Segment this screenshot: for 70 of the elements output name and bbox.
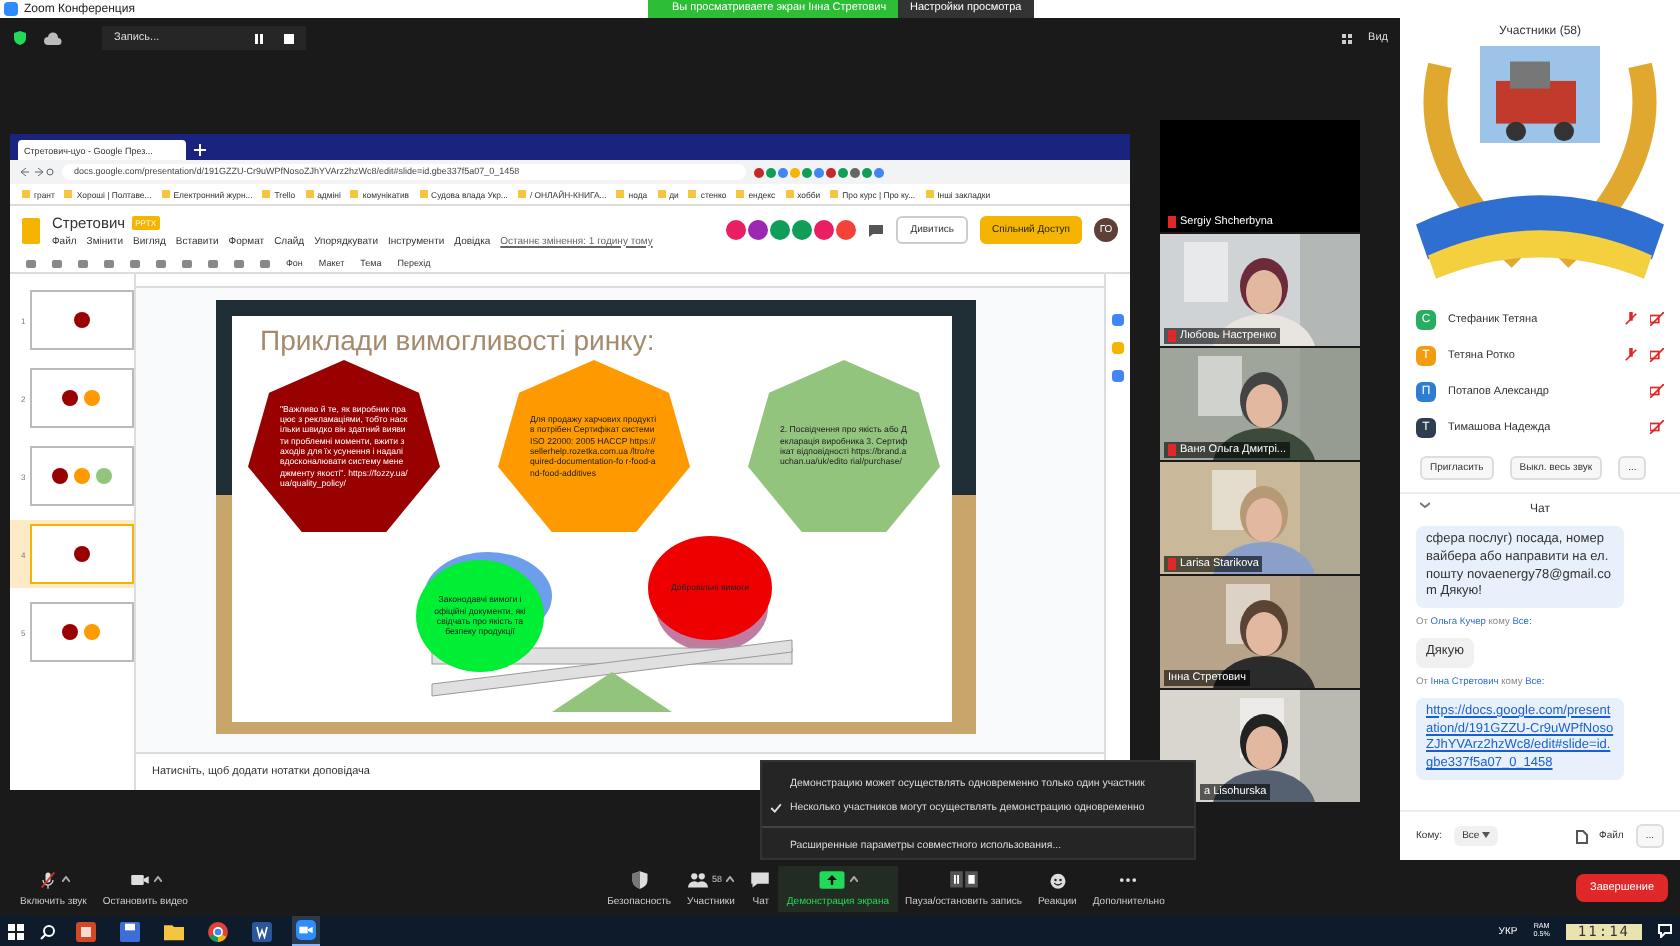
browser-icon[interactable] — [204, 917, 232, 945]
file-icon[interactable] — [1575, 829, 1588, 843]
caret-icon — [1482, 832, 1491, 838]
slide-thumbnail[interactable] — [29, 368, 134, 428]
shield-icon — [629, 869, 650, 889]
folder-icon — [350, 190, 359, 198]
caret-icon[interactable] — [849, 876, 858, 882]
slide-thumbnail[interactable] — [29, 602, 134, 662]
folder-icon — [616, 190, 625, 198]
presentation-app-icon[interactable] — [72, 917, 100, 945]
stop-icon[interactable] — [284, 33, 294, 43]
share-screen-icon — [817, 869, 846, 889]
toolbar-icon[interactable] — [156, 259, 166, 267]
caret-icon[interactable] — [153, 876, 162, 882]
slide-thumbnail[interactable] — [29, 446, 134, 506]
pause-stop-icon — [949, 869, 978, 889]
folder-icon — [22, 190, 30, 198]
camera-icon — [129, 869, 150, 889]
folder-icon — [64, 190, 73, 198]
toolbar-icon[interactable] — [78, 259, 88, 267]
folder-icon — [830, 190, 839, 198]
pause-icon[interactable] — [254, 33, 264, 43]
shield-icon[interactable] — [12, 30, 28, 46]
video-off-icon — [1650, 312, 1664, 326]
folder-icon — [517, 190, 526, 198]
people-icon — [687, 869, 708, 889]
start-icon[interactable] — [8, 923, 24, 939]
toolbar-icon[interactable] — [182, 259, 192, 267]
side-panel-icon[interactable] — [1112, 370, 1124, 382]
new-tab-icon[interactable] — [194, 144, 206, 156]
notification-icon[interactable] — [1658, 924, 1672, 938]
smiley-icon — [1047, 869, 1068, 889]
collapse-icon[interactable] — [1420, 502, 1430, 508]
folder-icon — [657, 190, 666, 198]
muted-mic-icon — [37, 869, 58, 889]
toolbar-icon[interactable] — [52, 259, 62, 267]
folder-icon — [419, 190, 428, 198]
side-panel-icon[interactable] — [1112, 314, 1124, 326]
folder-icon — [688, 190, 697, 198]
comment-icon[interactable] — [868, 223, 885, 237]
toolbar-icon[interactable] — [130, 259, 140, 267]
caret-icon[interactable] — [61, 876, 70, 882]
folder-icon — [736, 190, 745, 198]
toolbar-icon[interactable] — [104, 259, 114, 267]
video-off-icon — [1650, 420, 1664, 434]
collaborator-avatars-drawing — [726, 220, 857, 240]
document-app-icon[interactable] — [248, 917, 276, 945]
cloud-icon — [44, 31, 62, 45]
folder-icon — [161, 190, 170, 198]
toolbar-icon[interactable] — [260, 259, 270, 267]
slide-thumbnail[interactable] — [29, 524, 134, 584]
folder-icon — [262, 190, 271, 198]
toolbar-icon[interactable] — [234, 259, 244, 267]
app-icon — [4, 2, 18, 16]
toolbar-icon[interactable] — [26, 259, 36, 267]
folder-icon — [785, 190, 794, 198]
folder-icon — [925, 190, 934, 198]
video-camera-app-icon[interactable] — [292, 916, 320, 944]
navigation-arrows-icon[interactable] — [18, 166, 54, 178]
caret-icon[interactable] — [725, 876, 734, 882]
toolbar-icon[interactable] — [208, 259, 218, 267]
folder-icon — [305, 190, 314, 198]
chat-icon — [750, 869, 771, 889]
slide-thumbnail[interactable] — [29, 290, 134, 350]
video-off-icon — [1650, 384, 1664, 398]
search-icon[interactable] — [40, 923, 56, 939]
extension-icons-drawing[interactable] — [754, 167, 884, 177]
grid-view-icon[interactable] — [1342, 33, 1353, 43]
slide-title: Приклади вимогливості ринку: — [258, 322, 657, 356]
video-off-icon — [1650, 348, 1664, 362]
